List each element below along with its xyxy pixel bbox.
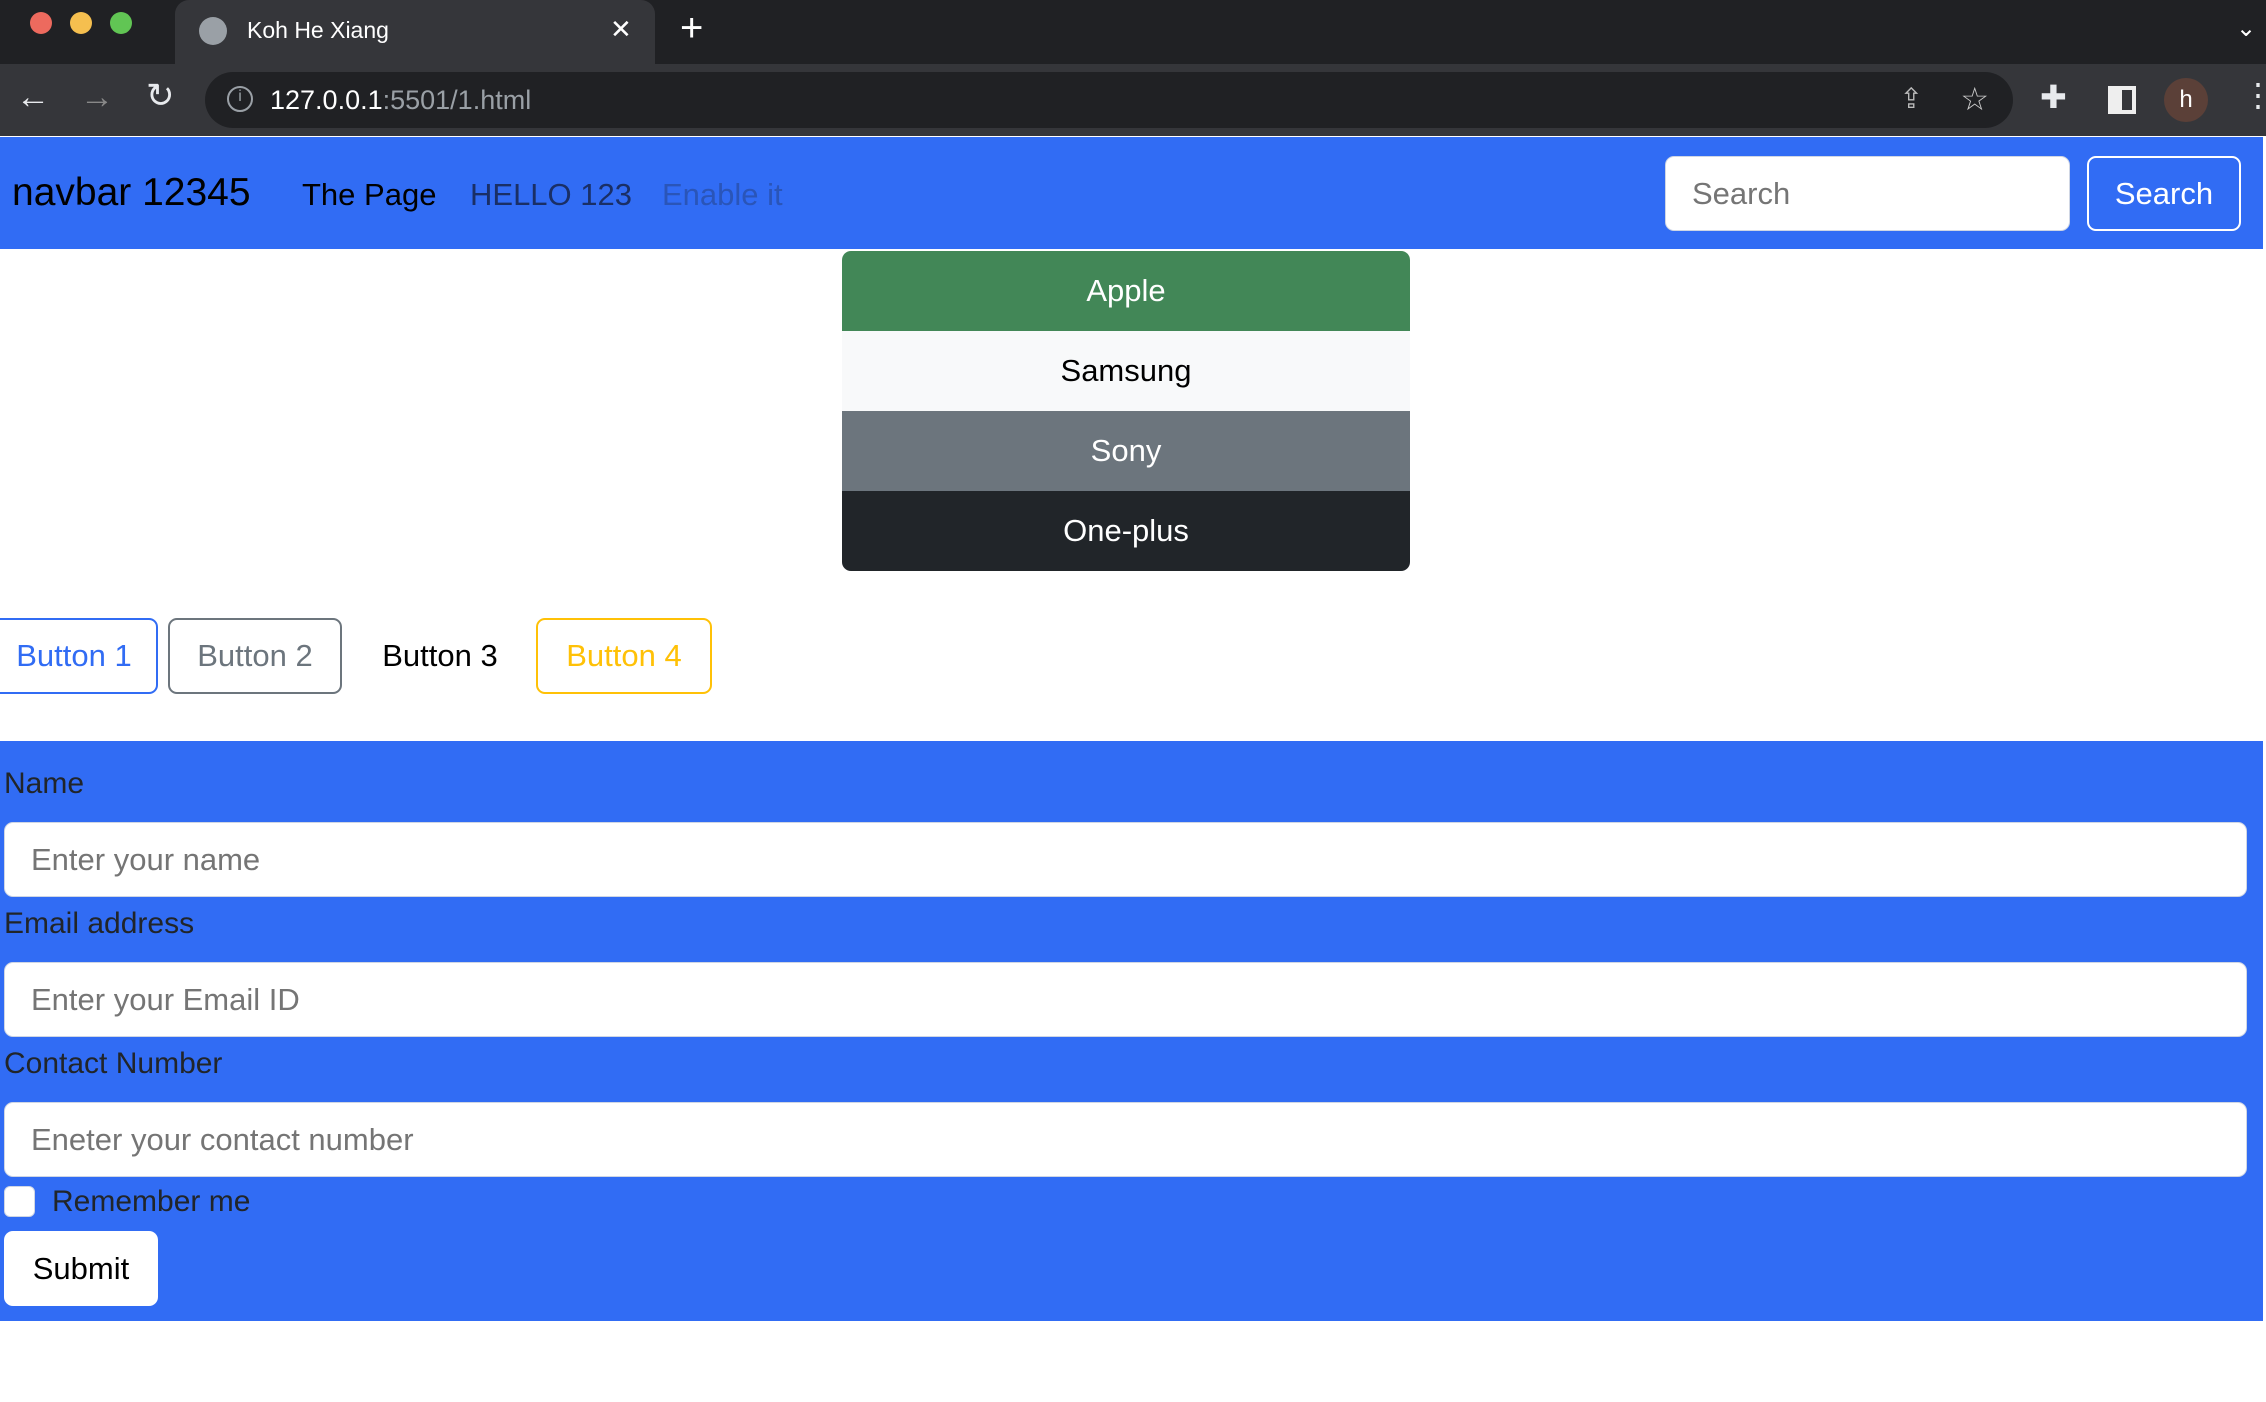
star-icon[interactable]: ☆ [1960,80,1989,118]
list-item-samsung: Samsung [842,331,1410,411]
tab-title: Koh He Xiang [247,17,389,43]
nav-link-hello[interactable]: HELLO 123 [470,177,632,213]
navbar: navbar 12345 The Page HELLO 123 Enable i… [0,137,2263,249]
search-input[interactable] [1665,156,2070,231]
list-item-apple: Apple [842,251,1410,331]
remember-label[interactable]: Remember me [52,1185,250,1219]
globe-icon [199,17,227,45]
submit-button[interactable]: Submit [4,1231,158,1306]
button-4[interactable]: Button 4 [536,618,712,694]
address-bar[interactable]: i 127.0.0.1:5501/1.html ⇪ ☆ [205,72,2013,128]
side-panel-icon[interactable] [2108,86,2136,114]
url-path: :5501/1.html [382,84,532,115]
list-group: Apple Samsung Sony One-plus [842,251,1410,571]
close-window-button[interactable] [30,12,52,34]
email-input[interactable] [4,962,2247,1037]
contact-label: Contact Number [4,1047,223,1080]
remember-checkbox[interactable] [4,1186,35,1217]
name-input[interactable] [4,822,2247,897]
button-3[interactable]: Button 3 [360,618,520,694]
forward-icon[interactable]: → [80,78,114,117]
share-icon[interactable]: ⇪ [1900,82,1923,115]
nav-link-enable-it: Enable it [662,177,783,212]
browser-tab-bar: Koh He Xiang ✕ + ⌄ [0,0,2266,64]
name-label: Name [4,767,85,800]
email-label: Email address [4,907,195,940]
search-button[interactable]: Search [2087,156,2241,231]
nav-link-the-page[interactable]: The Page [302,177,436,213]
button-2[interactable]: Button 2 [168,618,342,694]
close-tab-icon[interactable]: ✕ [610,14,632,45]
list-item-sony: Sony [842,411,1410,491]
contact-form: Name Email address Contact Number Rememb… [0,741,2263,1321]
url-host: 127.0.0.1 [270,84,383,115]
back-icon[interactable]: ← [16,78,50,117]
list-item-one-plus: One-plus [842,491,1410,571]
reload-icon[interactable]: ↻ [146,76,175,116]
avatar[interactable]: h [2164,78,2208,122]
browser-toolbar: ← → ↻ i 127.0.0.1:5501/1.html ⇪ ☆ ✚ h ⋮ [0,64,2266,136]
minimize-window-button[interactable] [70,12,92,34]
chevron-down-icon[interactable]: ⌄ [2236,14,2256,43]
button-1[interactable]: Button 1 [0,618,158,694]
contact-input[interactable] [4,1102,2247,1177]
new-tab-icon[interactable]: + [680,6,703,51]
info-icon[interactable]: i [227,86,253,112]
maximize-window-button[interactable] [110,12,132,34]
extensions-icon[interactable]: ✚ [2040,78,2067,116]
browser-tab[interactable]: Koh He Xiang ✕ [175,0,655,64]
menu-icon[interactable]: ⋮ [2242,76,2266,114]
navbar-brand[interactable]: navbar 12345 [12,171,251,215]
